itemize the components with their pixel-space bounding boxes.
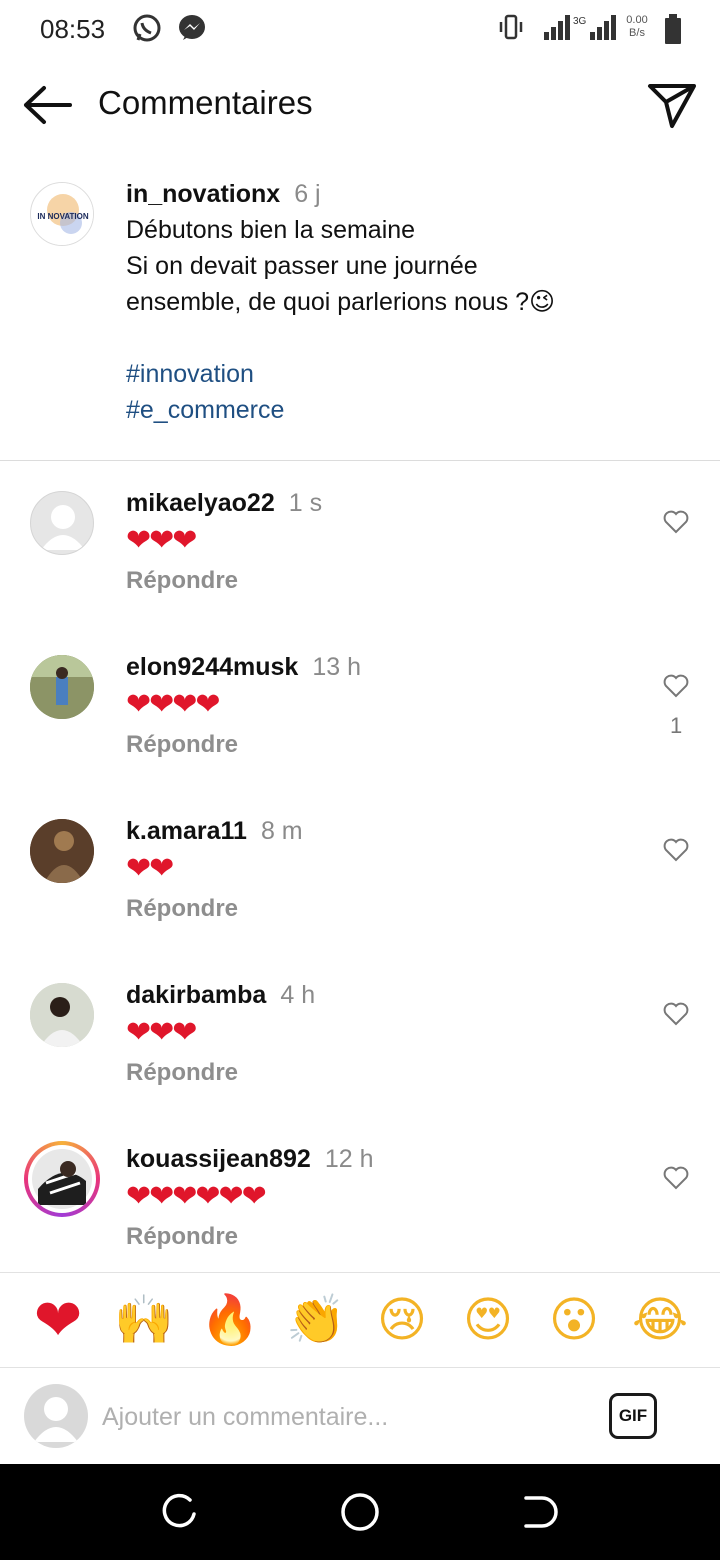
network-speed-unit: B/s [629, 27, 645, 39]
home-icon[interactable] [340, 1492, 380, 1532]
hashtag-link[interactable]: #innovation [126, 356, 686, 392]
heart-outline-icon[interactable] [662, 1165, 690, 1191]
system-nav-bar [0, 1464, 720, 1560]
emoji-laughing-button[interactable]: 😂 [630, 1291, 690, 1351]
avatar[interactable] [30, 655, 94, 719]
reply-button[interactable]: Répondre [126, 567, 238, 595]
avatar[interactable]: IN NOVATION [30, 182, 94, 246]
recent-apps-icon[interactable] [160, 1492, 200, 1532]
status-time: 08:53 [40, 14, 106, 44]
comment-username[interactable]: k.amara11 [126, 817, 247, 845]
comment-username[interactable]: kouassijean892 [126, 1145, 311, 1173]
arrow-left-icon[interactable] [22, 82, 74, 128]
comment-item: elon9244musk 13 h ❤❤❤❤ Répondre 1 [0, 653, 720, 819]
send-icon[interactable] [646, 80, 698, 130]
svg-text:IN NOVATION: IN NOVATION [37, 212, 88, 221]
heart-outline-icon[interactable] [662, 509, 690, 535]
status-bar: 08:53 3G 0.00 B/s [0, 0, 720, 60]
comment-item: mikaelyao22 1 s ❤❤❤ Répondre [0, 489, 720, 655]
comment-text: ❤❤❤ [126, 524, 197, 557]
signal-icon [544, 15, 570, 40]
divider [0, 460, 720, 461]
messenger-icon [179, 15, 205, 40]
reply-button[interactable]: Répondre [126, 731, 238, 759]
comment-time: 13 h [312, 653, 361, 681]
network-speed-value: 0.00 [626, 14, 648, 26]
caption-line: Débutons bien la semaine [126, 216, 416, 244]
signal-3g-icon [590, 15, 616, 40]
avatar[interactable] [30, 983, 94, 1047]
network-speed: 0.00 B/s [620, 14, 654, 40]
default-avatar-icon [41, 505, 85, 550]
heart-outline-icon[interactable] [662, 837, 690, 863]
emoji-fire-button[interactable]: 🔥 [200, 1291, 260, 1351]
heart-outline-icon[interactable] [662, 673, 690, 699]
avatar [24, 1384, 88, 1448]
back-nav-icon[interactable] [520, 1492, 560, 1532]
caption-time: 6 j [294, 180, 321, 208]
comment-time: 8 m [260, 817, 303, 845]
comment-time: 4 h [280, 981, 316, 1009]
avatar[interactable] [30, 819, 94, 883]
comment-text: ❤❤❤❤❤❤ [126, 1180, 267, 1213]
profile-photo [28, 1145, 96, 1213]
comment-item: dakirbamba 4 h ❤❤❤ Répondre [0, 981, 720, 1147]
whatsapp-icon [133, 14, 161, 42]
caption-line: ensemble, de quoi parlerions nous ?😉 [126, 288, 556, 316]
battery-icon [665, 14, 681, 44]
emoji-heart-button[interactable]: ❤ [28, 1291, 88, 1351]
emoji-quick-bar: ❤ 🙌 🔥 👏 😢 😍 😮 😂 [0, 1272, 720, 1368]
hashtag-link[interactable]: #e_commerce [126, 392, 686, 428]
comment-time: 12 h [324, 1145, 374, 1173]
page-title: Commentaires [98, 84, 313, 121]
comment-item: k.amara11 8 m ❤❤ Répondre [0, 817, 720, 983]
emoji-surprised-button[interactable]: 😮 [544, 1291, 604, 1351]
brand-logo: IN NOVATION [31, 183, 93, 245]
emoji-heart-eyes-button[interactable]: 😍 [458, 1291, 518, 1351]
comment-text: ❤❤❤❤ [126, 688, 221, 721]
profile-photo [30, 983, 94, 1047]
vibrate-icon [499, 14, 523, 40]
post-caption: IN NOVATION in_novationx 6 j Débutons bie… [0, 170, 720, 460]
caption-username[interactable]: in_novationx [126, 180, 280, 208]
network-type-label: 3G [573, 16, 587, 27]
reply-button[interactable]: Répondre [126, 1059, 238, 1087]
comment-text: ❤❤ [126, 852, 174, 885]
emoji-sad-button[interactable]: 😢 [372, 1291, 432, 1351]
caption-line: Si on devait passer une journée [126, 252, 478, 280]
reply-button[interactable]: Répondre [126, 1223, 238, 1251]
comment-input[interactable] [100, 1391, 580, 1443]
story-avatar[interactable] [24, 1141, 100, 1217]
app-header: Commentaires [0, 60, 720, 150]
comment-username[interactable]: dakirbamba [126, 981, 266, 1009]
like-count: 1 [670, 713, 683, 738]
heart-outline-icon[interactable] [662, 1001, 690, 1027]
default-avatar-icon [34, 1397, 78, 1442]
emoji-clapping-button[interactable]: 👏 [286, 1291, 346, 1351]
comment-username[interactable]: elon9244musk [126, 653, 298, 681]
reply-button[interactable]: Répondre [126, 895, 238, 923]
profile-photo [30, 655, 94, 719]
gif-button[interactable]: GIF [609, 1393, 657, 1439]
comment-username[interactable]: mikaelyao22 [126, 489, 275, 517]
comment-time: 1 s [288, 489, 323, 517]
profile-photo [30, 819, 94, 883]
comment-text: ❤❤❤ [126, 1016, 197, 1049]
avatar[interactable] [30, 491, 94, 555]
emoji-raising-hands-button[interactable]: 🙌 [114, 1291, 174, 1351]
comment-composer: GIF [0, 1369, 720, 1464]
